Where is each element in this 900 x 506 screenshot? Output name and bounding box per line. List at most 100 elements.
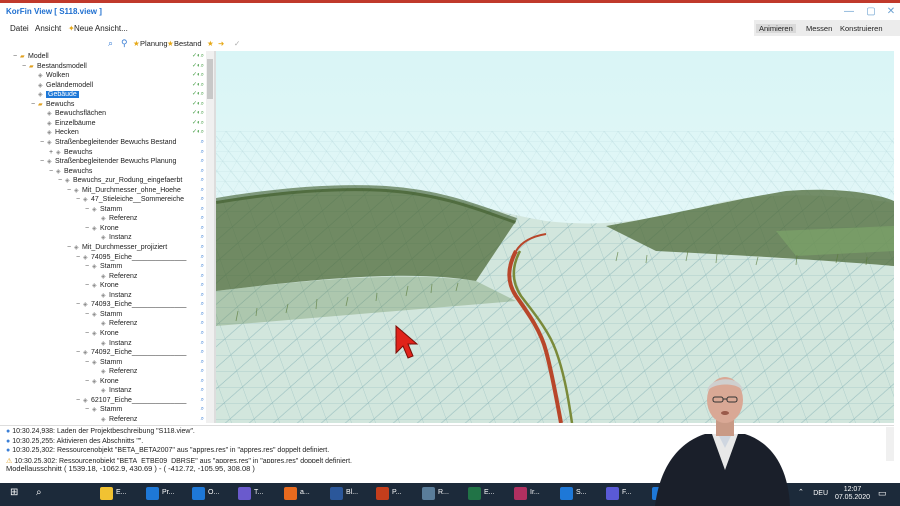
tree-node[interactable]: − ◈ Mit_Durchmesser_projiziert — [67, 243, 167, 253]
tree-node[interactable]: − ◈ 62107_Eiche______________ — [76, 396, 186, 406]
expand-toggle-icon[interactable]: − — [58, 176, 65, 186]
visibility-toggle-icon[interactable]: ⌕ — [182, 262, 204, 272]
expand-toggle-icon[interactable]: − — [40, 157, 47, 167]
visibility-toggle-icon[interactable]: ⌕ — [182, 167, 204, 177]
tree-node[interactable]: − ◈ Krone — [85, 224, 119, 234]
minimize-button[interactable]: — — [842, 5, 856, 19]
taskbar-app-label[interactable]: Pr... — [162, 489, 174, 496]
tree-node[interactable]: − ◈ Bewuchs — [49, 167, 92, 177]
taskbar-app-label[interactable]: O... — [208, 489, 219, 496]
taskbar-app-label[interactable]: Bl... — [346, 489, 358, 496]
taskbar-app-icon[interactable] — [376, 487, 389, 500]
taskbar-app-label[interactable]: E... — [116, 489, 127, 496]
maximize-button[interactable]: ▢ — [864, 5, 878, 19]
taskbar-app-label[interactable]: R... — [438, 489, 449, 496]
tree-node[interactable]: − ◈ Bewuchs_zur_Rodung_eingefaerbt — [58, 176, 182, 186]
tree-node[interactable]: − ▰ Modell — [13, 52, 49, 62]
visibility-toggle-icon[interactable]: ⌕ — [182, 176, 204, 186]
visibility-toggle-icon[interactable]: ⌕ — [182, 300, 204, 310]
visibility-toggle-icon[interactable]: ⌕ — [182, 224, 204, 234]
tree-node[interactable]: ◈ Referenz — [94, 214, 137, 224]
tree-node[interactable]: − ◈ Stamm — [85, 205, 122, 215]
visibility-toggle-icon[interactable]: ⌕ — [182, 272, 204, 282]
language-indicator[interactable]: DEU — [813, 490, 828, 497]
visibility-toggle-icon[interactable]: ✓◐⌕ — [182, 52, 204, 62]
visibility-toggle-icon[interactable]: ✓◐⌕ — [182, 81, 204, 91]
expand-toggle-icon[interactable]: − — [85, 310, 92, 320]
expand-toggle-icon[interactable]: − — [85, 224, 92, 234]
visibility-toggle-icon[interactable]: ⌕ — [182, 358, 204, 368]
visibility-toggle-icon[interactable]: ✓◐⌕ — [182, 119, 204, 129]
tree-node[interactable]: − ◈ Straßenbegleitender Bewuchs Bestand — [40, 138, 176, 148]
visibility-toggle-icon[interactable]: ⌕ — [182, 148, 204, 158]
expand-toggle-icon[interactable]: − — [85, 329, 92, 339]
visibility-toggle-icon[interactable]: ⌕ — [182, 377, 204, 387]
tree-node[interactable]: ◈ Instanz — [94, 339, 132, 349]
visibility-toggle-icon[interactable]: ✓◐⌕ — [182, 128, 204, 138]
expand-toggle-icon[interactable]: − — [13, 52, 20, 62]
visibility-toggle-icon[interactable]: ⌕ — [182, 186, 204, 196]
visibility-toggle-icon[interactable]: ⌕ — [182, 233, 204, 243]
filter-icon[interactable]: ⚲ — [121, 38, 128, 49]
visibility-toggle-icon[interactable]: ⌕ — [182, 243, 204, 253]
tree-node[interactable]: ◈ Geländemodell — [31, 81, 93, 91]
check-toggle-icon[interactable]: ✓ — [234, 39, 240, 48]
taskbar-app-icon[interactable] — [146, 487, 159, 500]
expand-toggle-icon[interactable]: − — [85, 358, 92, 368]
visibility-toggle-icon[interactable]: ⌕ — [182, 386, 204, 396]
filter-planung[interactable]: Planung — [140, 39, 168, 48]
tree-node[interactable]: − ◈ 47_Stieleiche__Sommereiche — [76, 195, 184, 205]
expand-toggle-icon[interactable]: − — [76, 348, 83, 358]
expand-toggle-icon[interactable]: − — [85, 377, 92, 387]
menu-neue-ansicht[interactable]: Neue Ansicht... — [74, 24, 128, 33]
tree-node[interactable]: ◈ Einzelbäume — [40, 119, 95, 129]
visibility-toggle-icon[interactable]: ⌕ — [182, 329, 204, 339]
tree-node[interactable]: − ◈ Straßenbegleitender Bewuchs Planung — [40, 157, 176, 167]
visibility-toggle-icon[interactable]: ✓◐⌕ — [182, 100, 204, 110]
tree-scrollbar[interactable] — [206, 51, 214, 423]
search-icon[interactable]: ⌕ — [36, 487, 42, 498]
taskbar-app-icon[interactable] — [284, 487, 297, 500]
mode-animieren[interactable]: Animieren — [756, 24, 796, 33]
taskbar-app-label[interactable]: T... — [254, 489, 263, 496]
expand-toggle-icon[interactable]: − — [76, 300, 83, 310]
tree-node[interactable]: ◈ Hecken — [40, 128, 79, 138]
tree-node[interactable]: ◈ Instanz — [94, 386, 132, 396]
taskbar-app-icon[interactable] — [468, 487, 481, 500]
expand-toggle-icon[interactable]: − — [22, 62, 29, 72]
visibility-toggle-icon[interactable]: ⌕ — [182, 396, 204, 406]
menu-datei[interactable]: Datei — [10, 24, 29, 33]
taskbar-app-label[interactable]: F... — [622, 489, 631, 496]
tree-node[interactable]: − ◈ 74093_Eiche______________ — [76, 300, 186, 310]
arrow-toggle-icon[interactable]: ➜ — [218, 39, 224, 48]
expand-toggle-icon[interactable]: − — [67, 243, 74, 253]
visibility-toggle-icon[interactable]: ⌕ — [182, 310, 204, 320]
start-windows-icon[interactable]: ⊞ — [10, 487, 18, 498]
expand-toggle-icon[interactable]: + — [49, 148, 56, 158]
tree-node[interactable]: ◈ Bewuchsflächen — [40, 109, 106, 119]
tree-node[interactable]: ◈ Referenz — [94, 319, 137, 329]
visibility-toggle-icon[interactable]: ✓◐⌕ — [182, 90, 204, 100]
expand-toggle-icon[interactable]: − — [85, 281, 92, 291]
expand-toggle-icon[interactable]: − — [76, 195, 83, 205]
search-icon[interactable]: ⌕ — [108, 38, 113, 49]
expand-toggle-icon[interactable]: − — [40, 138, 47, 148]
tree-node[interactable]: − ◈ Stamm — [85, 405, 122, 415]
visibility-toggle-icon[interactable]: ⌕ — [182, 214, 204, 224]
visibility-toggle-icon[interactable]: ⌕ — [182, 319, 204, 329]
visibility-toggle-icon[interactable]: ⌕ — [182, 291, 204, 301]
taskbar-app-icon[interactable] — [330, 487, 343, 500]
taskbar-app-label[interactable]: E... — [484, 489, 495, 496]
expand-toggle-icon[interactable]: − — [85, 262, 92, 272]
menu-ansicht[interactable]: Ansicht — [35, 24, 61, 33]
filter-bestand[interactable]: Bestand — [174, 39, 202, 48]
visibility-toggle-icon[interactable]: ⌕ — [182, 339, 204, 349]
tray-chevron-icon[interactable]: ⌃ — [798, 488, 804, 496]
visibility-toggle-icon[interactable]: ⌕ — [182, 405, 204, 415]
tree-node[interactable]: ◈ Referenz — [94, 367, 137, 377]
taskbar-app-label[interactable]: Ir... — [530, 489, 540, 496]
visibility-toggle-icon[interactable]: ⌕ — [182, 253, 204, 263]
visibility-toggle-icon[interactable]: ⌕ — [182, 348, 204, 358]
expand-toggle-icon[interactable]: − — [31, 100, 38, 110]
3d-viewport[interactable] — [216, 51, 894, 423]
